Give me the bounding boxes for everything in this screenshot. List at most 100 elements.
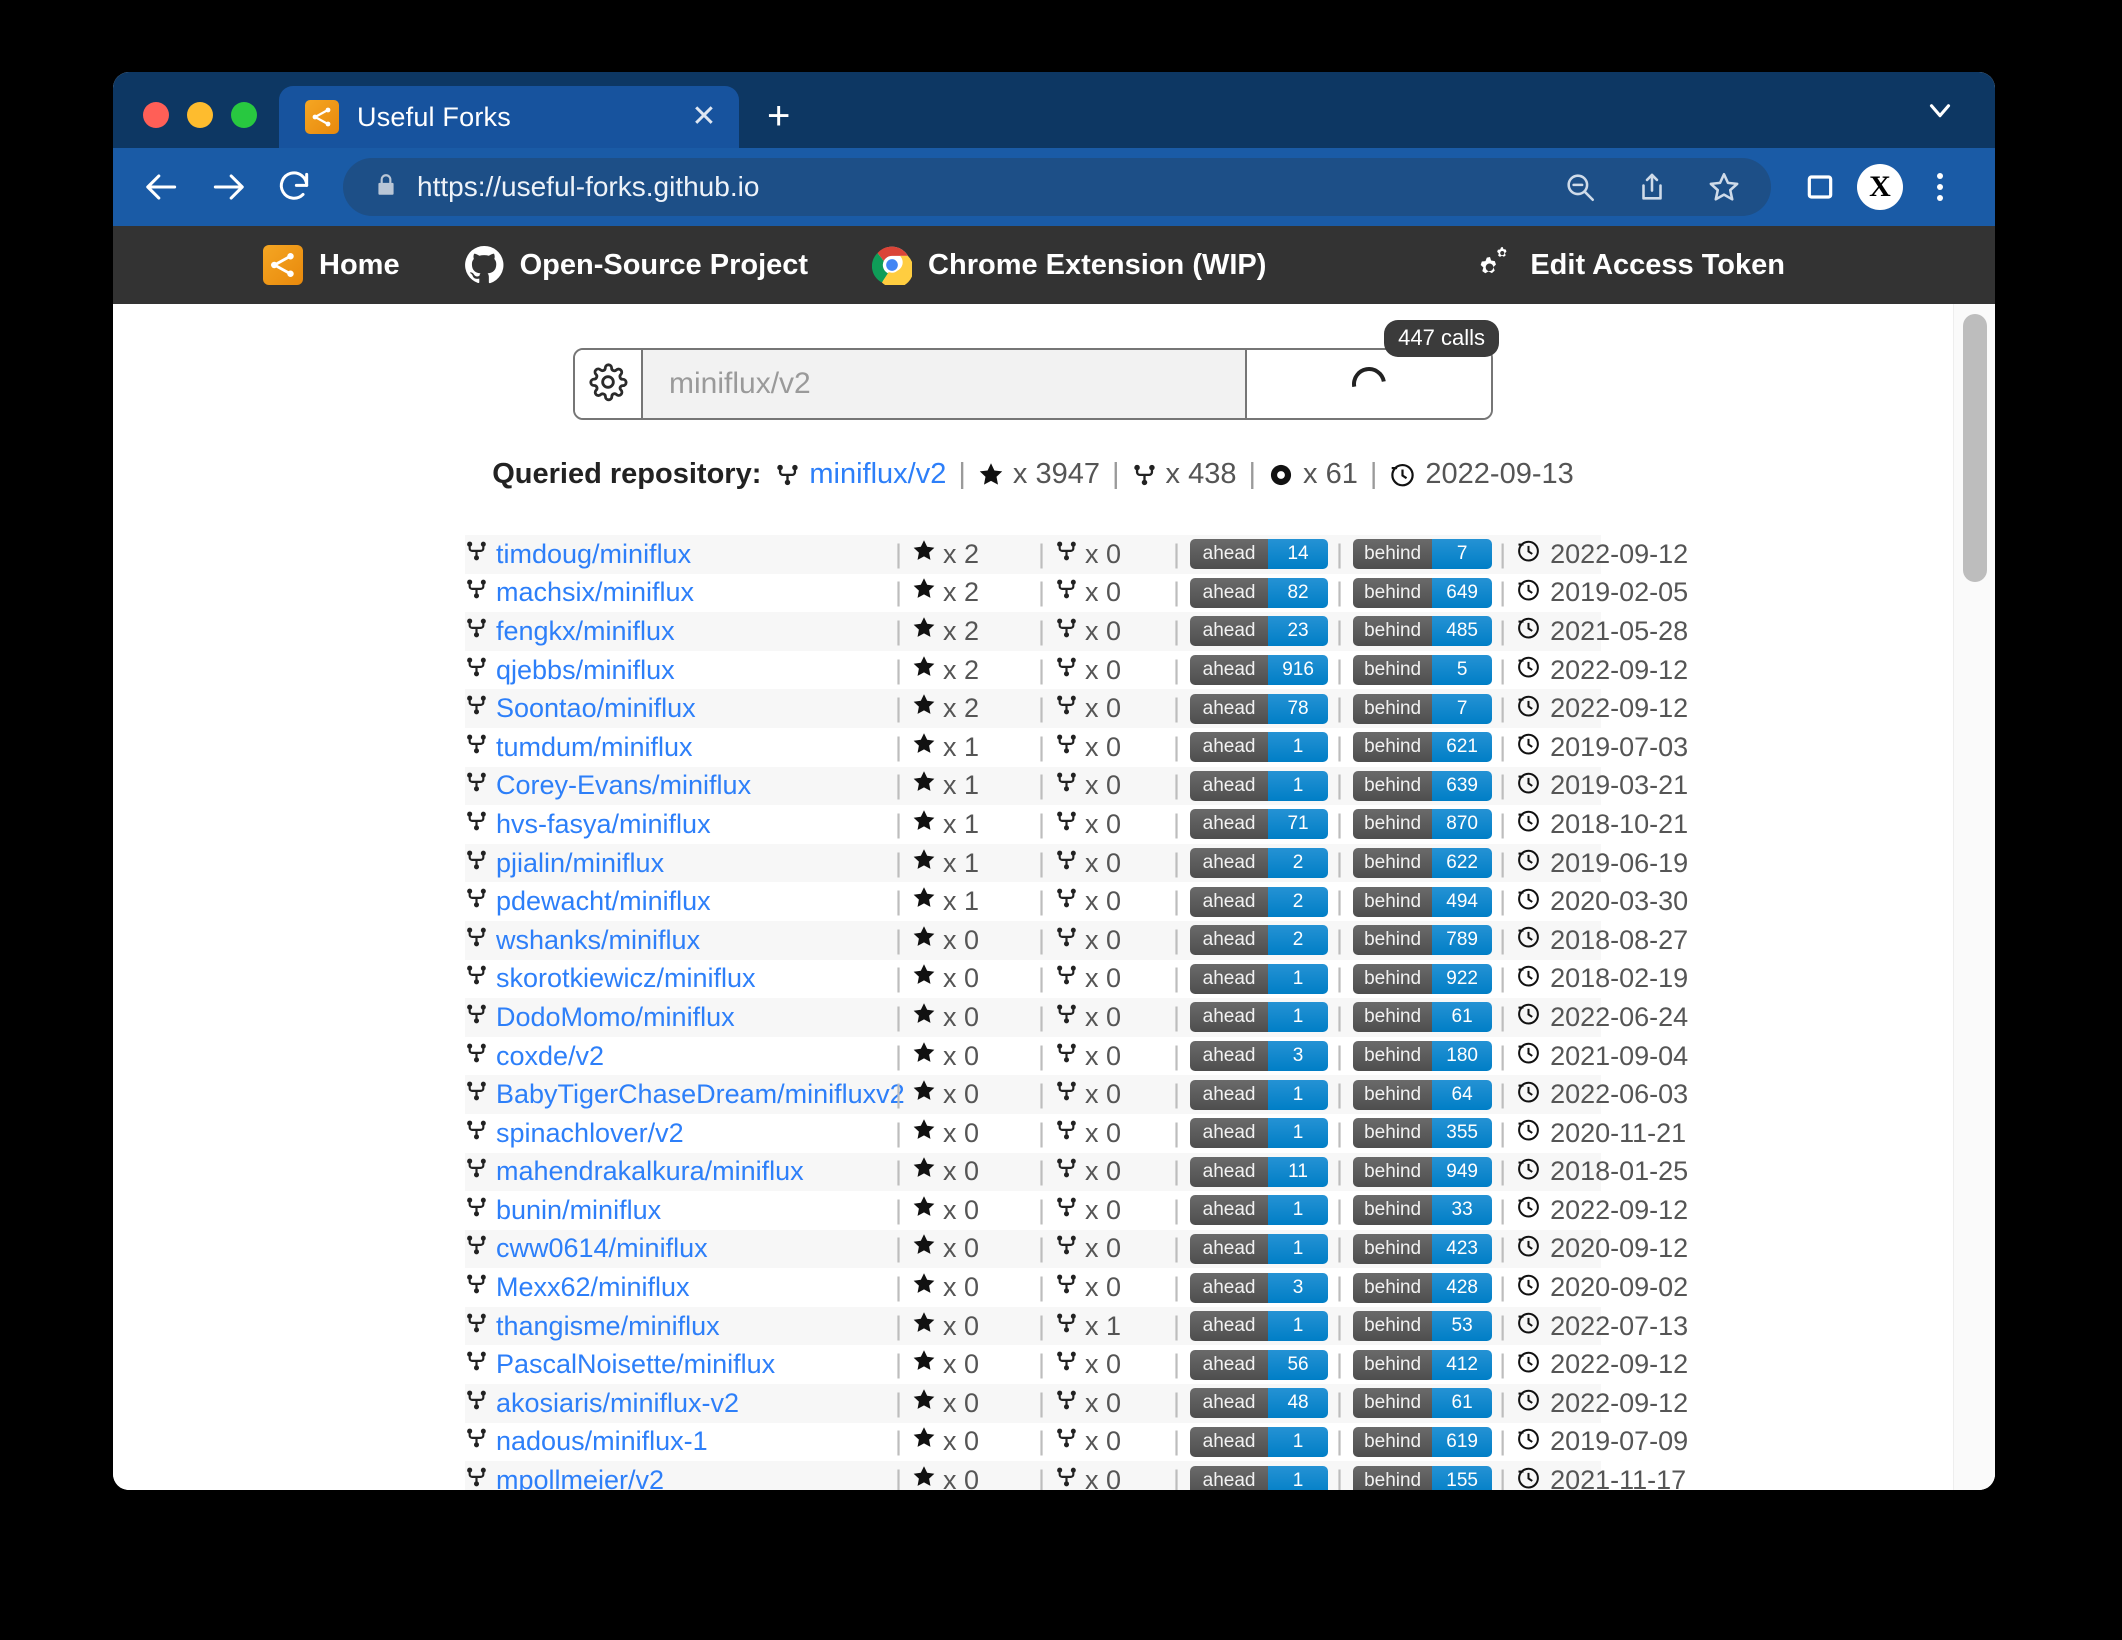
clock-icon	[1516, 847, 1541, 879]
ahead-badge-cell: ahead1	[1190, 732, 1326, 762]
fork-date-cell: 2018-02-19	[1516, 963, 1688, 995]
fork-repo-link[interactable]: mahendrakalkura/miniflux	[496, 1156, 804, 1187]
fork-repo-link[interactable]: DodoMomo/miniflux	[496, 1002, 735, 1033]
search-button[interactable]	[1245, 350, 1491, 418]
fork-repo-link[interactable]: Mexx62/miniflux	[496, 1272, 690, 1303]
separator: |	[1028, 1233, 1055, 1264]
fork-date-cell: 2022-09-12	[1516, 538, 1688, 570]
search-input[interactable]	[643, 350, 1245, 418]
fork-repo-link[interactable]: tumdum/miniflux	[496, 732, 693, 763]
separator: |	[1326, 1272, 1353, 1303]
separator: |	[1028, 1272, 1055, 1303]
nav-item-edit-access-token[interactable]: Edit Access Token	[1474, 245, 1955, 285]
separator: |	[1489, 809, 1516, 840]
fork-icon	[465, 653, 488, 688]
page-scrollbar[interactable]	[1953, 304, 1995, 1490]
fork-repo-link[interactable]: Corey-Evans/miniflux	[496, 770, 751, 801]
reload-icon[interactable]	[265, 158, 323, 216]
separator: |	[1163, 693, 1190, 724]
fork-repo-link[interactable]: Soontao/miniflux	[496, 693, 696, 724]
back-icon[interactable]	[133, 158, 191, 216]
ahead-badge-cell: ahead2	[1190, 848, 1326, 878]
address-bar[interactable]: https://useful-forks.github.io	[343, 158, 1771, 216]
separator: |	[885, 1465, 912, 1490]
nav-item-home[interactable]: Home	[263, 245, 400, 285]
fork-icon	[465, 768, 488, 803]
star-icon	[912, 886, 936, 917]
behind-badge: behind922	[1353, 964, 1492, 994]
nav-item-chrome-extension[interactable]: Chrome Extension (WIP)	[872, 245, 1266, 285]
browser-tab[interactable]: Useful Forks ✕	[279, 86, 739, 148]
fork-repo-link[interactable]: hvs-fasya/miniflux	[496, 809, 711, 840]
fork-repo-link[interactable]: pdewacht/miniflux	[496, 886, 711, 917]
fork-repo-link[interactable]: bunin/miniflux	[496, 1195, 661, 1226]
fork-stars-cell: x 0	[912, 1311, 1028, 1342]
ahead-label: ahead	[1190, 1350, 1268, 1380]
fork-name-cell: thangisme/miniflux	[465, 1309, 885, 1344]
fork-repo-link[interactable]: coxde/v2	[496, 1041, 604, 1072]
fork-repo-link[interactable]: akosiaris/miniflux-v2	[496, 1388, 739, 1419]
sidebar-icon[interactable]	[1791, 158, 1849, 216]
ahead-badge-cell: ahead1	[1190, 1002, 1326, 1032]
fork-name-cell: timdoug/miniflux	[465, 537, 885, 572]
star-icon	[912, 577, 936, 608]
minimize-window-button[interactable]	[187, 102, 213, 128]
api-calls-badge: 447 calls	[1384, 320, 1499, 357]
separator: |	[1326, 1195, 1353, 1226]
fork-repo-link[interactable]: fengkx/miniflux	[496, 616, 675, 647]
fork-forks-value: x 0	[1085, 1041, 1121, 1072]
fork-date-cell: 2020-09-12	[1516, 1233, 1688, 1265]
clock-icon	[1516, 886, 1541, 918]
fork-repo-link[interactable]: qjebbs/miniflux	[496, 655, 675, 686]
close-window-button[interactable]	[143, 102, 169, 128]
search-settings-button[interactable]	[575, 350, 643, 418]
fork-stars-value: x 0	[943, 1195, 979, 1226]
close-icon[interactable]: ✕	[687, 102, 721, 132]
ahead-value: 1	[1268, 1195, 1328, 1225]
fork-repo-link[interactable]: BabyTigerChaseDream/minifluxv2	[496, 1079, 905, 1110]
fork-repo-link[interactable]: spinachlover/v2	[496, 1118, 684, 1149]
zoom-out-icon[interactable]	[1551, 158, 1609, 216]
fork-forks-cell: x 0	[1055, 1386, 1163, 1421]
fork-repo-link[interactable]: cww0614/miniflux	[496, 1233, 708, 1264]
profile-avatar[interactable]: X	[1857, 164, 1903, 210]
maximize-window-button[interactable]	[231, 102, 257, 128]
separator: |	[1028, 1118, 1055, 1149]
fork-repo-link[interactable]: mpollmeier/v2	[496, 1465, 664, 1490]
scrollbar-thumb[interactable]	[1963, 314, 1987, 582]
fork-date-value: 2022-09-12	[1550, 655, 1688, 686]
ahead-label: ahead	[1190, 539, 1268, 569]
fork-repo-link[interactable]: machsix/miniflux	[496, 577, 694, 608]
fork-repo-link[interactable]: nadous/miniflux-1	[496, 1426, 708, 1457]
behind-badge-cell: behind870	[1353, 809, 1489, 839]
fork-icon	[465, 1347, 488, 1382]
fork-forks-cell: x 0	[1055, 923, 1163, 958]
fork-icon	[1055, 1154, 1078, 1189]
behind-badge-cell: behind355	[1353, 1118, 1489, 1148]
forward-icon[interactable]	[199, 158, 257, 216]
fork-repo-link[interactable]: skorotkiewicz/miniflux	[496, 963, 756, 994]
behind-badge-cell: behind53	[1353, 1311, 1489, 1341]
behind-badge: behind7	[1353, 694, 1492, 724]
chevron-down-icon[interactable]	[1923, 93, 1957, 132]
nav-item-open-source-project[interactable]: Open-Source Project	[464, 245, 808, 285]
share-icon[interactable]	[1623, 158, 1681, 216]
queried-repository-link[interactable]: miniflux/v2	[809, 458, 946, 491]
ahead-badge: ahead14	[1190, 539, 1328, 569]
ahead-badge: ahead1	[1190, 1118, 1328, 1148]
ahead-badge-cell: ahead916	[1190, 655, 1326, 685]
queried-repository-label: Queried repository:	[492, 458, 761, 491]
behind-label: behind	[1353, 1195, 1432, 1225]
separator: |	[1028, 886, 1055, 917]
fork-stars-value: x 0	[943, 1388, 979, 1419]
fork-repo-link[interactable]: timdoug/miniflux	[496, 539, 691, 570]
bookmark-star-icon[interactable]	[1695, 158, 1753, 216]
new-tab-button[interactable]: +	[767, 96, 790, 136]
fork-repo-link[interactable]: wshanks/miniflux	[496, 925, 700, 956]
kebab-menu-icon[interactable]	[1911, 158, 1969, 216]
fork-repo-link[interactable]: PascalNoisette/miniflux	[496, 1349, 775, 1380]
fork-stars-value: x 0	[943, 963, 979, 994]
fork-repo-link[interactable]: pjialin/miniflux	[496, 848, 664, 879]
fork-repo-link[interactable]: thangisme/miniflux	[496, 1311, 720, 1342]
table-row: pjialin/miniflux|x 1|x 0|ahead2|behind62…	[465, 844, 1601, 883]
